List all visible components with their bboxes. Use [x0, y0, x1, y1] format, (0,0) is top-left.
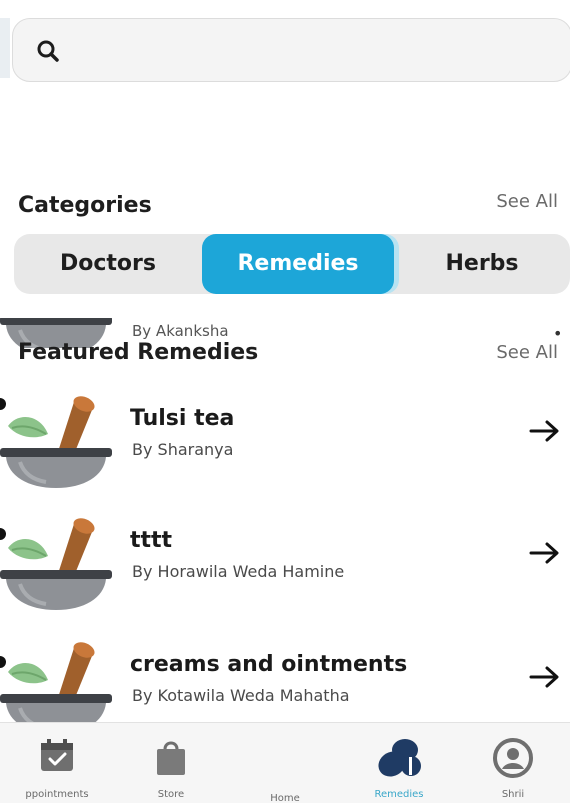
remedy-name: Tulsi tea — [130, 406, 235, 431]
list-item[interactable]: Tulsi tea By Sharanya — [0, 392, 570, 492]
tab-label: Store — [157, 789, 185, 800]
tab-remedies[interactable]: Remedies — [342, 723, 456, 803]
search-input[interactable] — [75, 33, 555, 69]
search-bar[interactable] — [12, 18, 570, 82]
mortar-pestle-icon — [0, 392, 114, 488]
tab-home[interactable]: Home — [228, 723, 342, 803]
tab-remedies[interactable]: Remedies — [202, 234, 394, 294]
search-icon — [37, 40, 59, 62]
tab-label: Shrii — [501, 789, 525, 800]
remedy-name: tttt — [130, 528, 173, 553]
tab-profile[interactable]: Shrii — [456, 723, 570, 803]
list-item[interactable]: tttt By Horawila Weda Hamine — [0, 514, 570, 614]
remedy-name: creams and ointments — [130, 652, 408, 677]
mortar-pestle-icon — [0, 638, 114, 734]
tab-herbs[interactable]: Herbs — [394, 234, 570, 294]
tab-label: ppointments — [25, 789, 89, 800]
tab-appointments[interactable]: ppointments — [0, 723, 114, 803]
dot-marker: • — [553, 324, 563, 343]
arrow-right-icon[interactable] — [528, 660, 562, 694]
tab-doctors[interactable]: Doctors — [14, 234, 202, 294]
category-segmented-control: Doctors Remedies Herbs — [14, 234, 570, 294]
left-edge — [0, 18, 10, 78]
list-item-author: By Akanksha — [132, 322, 229, 340]
tab-label: Home — [270, 793, 300, 803]
categories-title: Categories — [18, 193, 152, 218]
arrow-right-icon[interactable] — [528, 536, 562, 570]
mortar-pestle-icon — [0, 514, 114, 610]
remedy-author: By Kotawila Weda Mahatha — [132, 686, 350, 705]
arrow-right-icon[interactable] — [528, 414, 562, 448]
profile-icon — [493, 738, 533, 778]
remedy-author: By Sharanya — [132, 440, 234, 459]
bottom-tab-bar: ppointments Store Home Remedies Shrii — [0, 722, 570, 803]
shopping-bag-icon — [157, 741, 185, 775]
pills-icon — [378, 739, 421, 777]
featured-see-all-link[interactable]: See All — [496, 342, 558, 363]
calendar-icon — [41, 739, 73, 771]
categories-see-all-link[interactable]: See All — [496, 191, 558, 212]
tab-label: Remedies — [374, 789, 424, 800]
home-icon — [265, 737, 305, 777]
tab-store[interactable]: Store — [114, 723, 228, 803]
remedy-author: By Horawila Weda Hamine — [132, 562, 345, 581]
featured-remedies-title: Featured Remedies — [18, 340, 259, 365]
